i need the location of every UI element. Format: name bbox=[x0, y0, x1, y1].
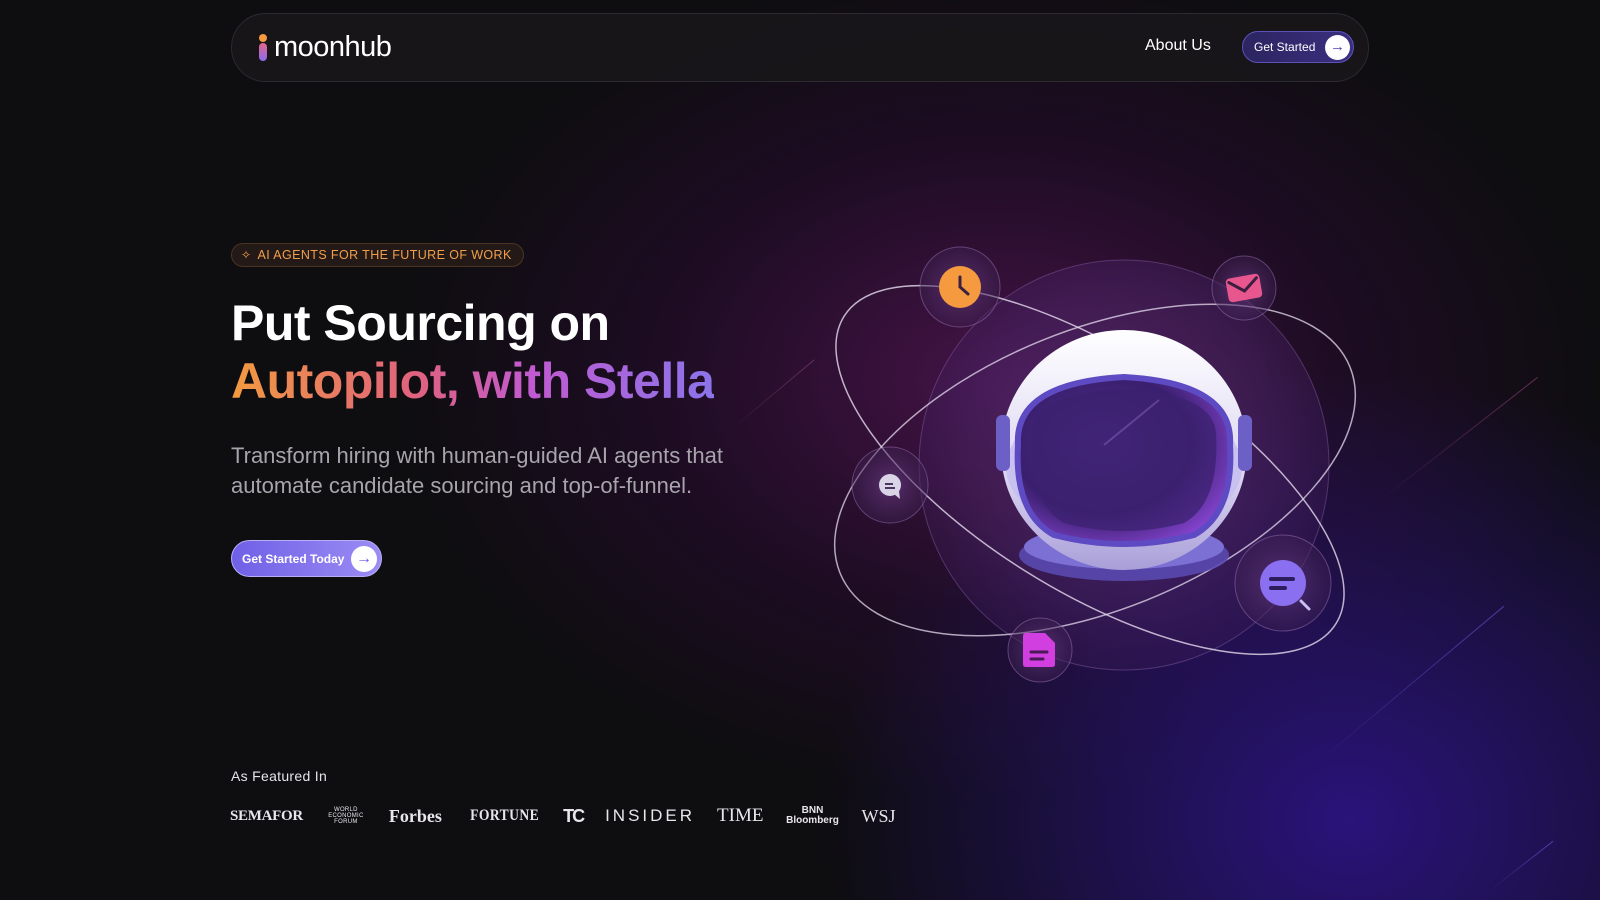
hero-badge-text: AI AGENTS FOR THE FUTURE OF WORK bbox=[257, 248, 512, 262]
logo-mark-icon bbox=[256, 33, 270, 62]
hero-headline: Put Sourcing on Autopilot, with Stella bbox=[231, 294, 715, 410]
astronaut-illustration bbox=[820, 220, 1380, 700]
sparkle-icon: ✧ bbox=[241, 248, 252, 262]
arrow-right-icon: → bbox=[351, 546, 377, 572]
search-list-icon bbox=[1234, 534, 1332, 632]
fortune-logo: FORTUNE bbox=[469, 807, 539, 824]
clock-icon bbox=[919, 246, 1001, 328]
semafor-logo: SEMAFOR bbox=[230, 807, 303, 824]
light-streak bbox=[1489, 840, 1554, 891]
about-us-link[interactable]: About Us bbox=[1145, 37, 1211, 55]
get-started-label: Get Started bbox=[1254, 40, 1316, 54]
chat-icon bbox=[851, 446, 929, 524]
get-started-button[interactable]: Get Started → bbox=[1242, 31, 1354, 63]
hero-headline-line2: Autopilot, with Stella bbox=[231, 353, 715, 409]
moonhub-logo[interactable]: moonhub bbox=[256, 31, 392, 64]
hero-subtext: Transform hiring with human-guided AI ag… bbox=[231, 443, 724, 498]
get-started-today-label: Get Started Today bbox=[242, 551, 345, 566]
press-logos: SEMAFOR WORLD ECONOMIC FORUM Forbes FORT… bbox=[230, 798, 918, 834]
insider-logo: INSIDER bbox=[605, 806, 696, 825]
orbit-scene bbox=[833, 246, 1357, 683]
arrow-right-icon: → bbox=[1325, 35, 1350, 60]
light-streak bbox=[1379, 376, 1538, 501]
top-navbar: moonhub About Us Get Started → bbox=[231, 13, 1369, 82]
document-icon bbox=[1007, 617, 1073, 683]
forbes-logo: Forbes bbox=[388, 805, 442, 826]
featured-in-label: As Featured In bbox=[231, 768, 328, 784]
light-streak bbox=[729, 359, 815, 431]
time-logo: TIME bbox=[717, 805, 764, 826]
wef-logo: WORLD ECONOMIC FORUM bbox=[328, 807, 364, 825]
techcrunch-logo: TC bbox=[563, 805, 585, 826]
bnn-bloomberg-logo: BNN Bloomberg bbox=[786, 805, 839, 826]
mail-icon bbox=[1211, 255, 1277, 321]
wsj-logo: WSJ bbox=[861, 805, 896, 826]
logo-text: moonhub bbox=[274, 31, 392, 63]
get-started-today-button[interactable]: Get Started Today → bbox=[231, 540, 382, 577]
hero-headline-line1: Put Sourcing on bbox=[231, 295, 610, 351]
hero-badge: ✧ AI AGENTS FOR THE FUTURE OF WORK bbox=[231, 243, 524, 267]
